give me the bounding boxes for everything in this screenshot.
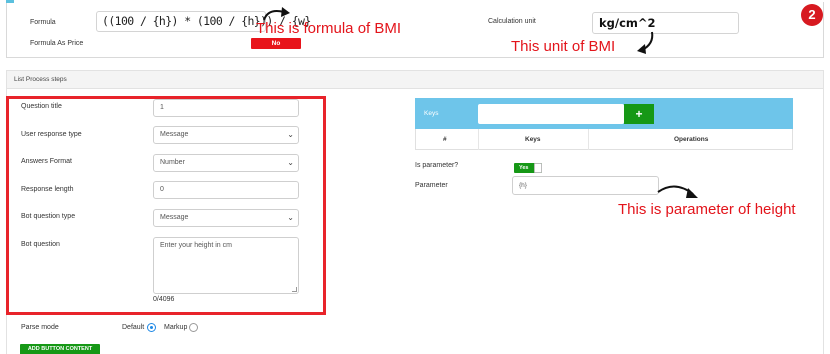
curved-arrow-icon (263, 7, 290, 21)
parse-markup-radio[interactable] (189, 323, 198, 332)
keys-table-header (415, 129, 793, 150)
column-divider (478, 129, 479, 150)
formula-as-price-label: Formula As Price (30, 40, 84, 47)
plus-icon: + (635, 107, 643, 121)
column-header-keys: Keys (525, 136, 541, 143)
formula-label: Formula (30, 19, 56, 26)
calculation-unit-label: Calculation unit (488, 18, 536, 25)
card-accent (6, 0, 14, 3)
add-button-content-button[interactable]: ADD BUTTON CONTENT (20, 344, 100, 354)
curved-arrow-icon (637, 31, 654, 54)
toggle-knob (534, 163, 542, 173)
parse-default-label: Default (122, 324, 145, 331)
process-steps-header (6, 70, 824, 89)
step-badge: 2 (801, 4, 823, 26)
parameter-input[interactable]: {h} (512, 176, 659, 195)
column-header-operations: Operations (674, 136, 709, 143)
parse-mode-label: Parse mode (21, 324, 59, 331)
parameter-label: Parameter (415, 182, 448, 189)
curved-arrow-icon (657, 185, 698, 198)
calculation-unit-input[interactable]: kg/cm^2 (592, 12, 739, 34)
keys-label: Keys (424, 110, 439, 117)
keys-input[interactable] (478, 104, 624, 124)
column-header-index: # (443, 136, 447, 143)
process-steps-title: List Process steps (14, 76, 67, 83)
add-key-button[interactable]: + (624, 104, 654, 124)
column-divider (588, 129, 589, 150)
parse-markup-label: Markup (164, 324, 188, 331)
unit-annotation: This unit of BMI (511, 38, 616, 55)
is-parameter-label: Is parameter? (415, 162, 459, 169)
formula-as-price-toggle[interactable]: No (251, 38, 301, 49)
parameter-annotation: This is parameter of height (618, 201, 796, 218)
parse-default-radio[interactable] (147, 323, 156, 332)
highlight-box (6, 96, 326, 315)
